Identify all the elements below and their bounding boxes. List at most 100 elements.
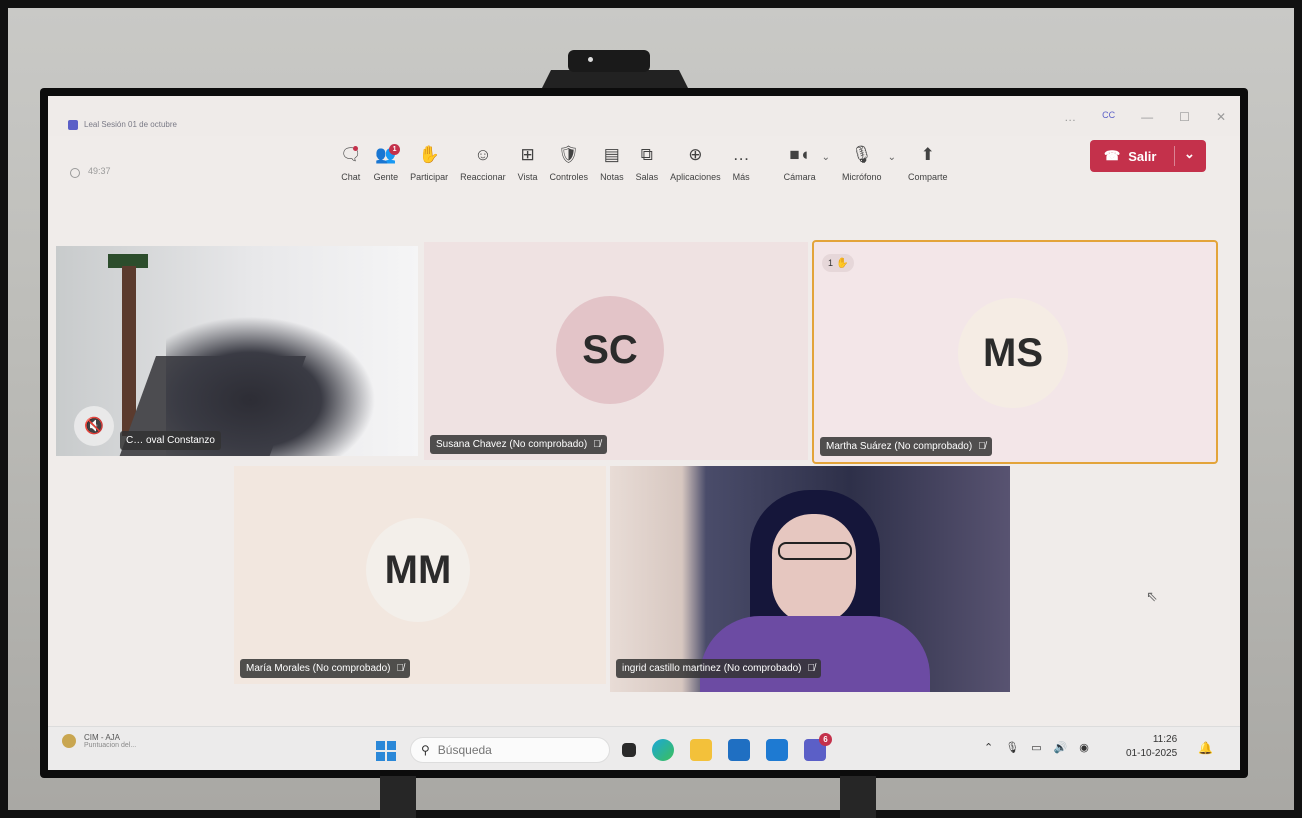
participant-nameplate: C… oval Constanzo (120, 431, 221, 450)
react-label: Reaccionar (460, 172, 506, 182)
raise-hand-icon: ✋ (836, 257, 849, 269)
system-tray: ⌃ 🎙 ▭ 🔊 ◉ (984, 741, 1089, 754)
notes-button[interactable]: ▤ Notas (596, 144, 628, 182)
more-button[interactable]: … Más (729, 144, 754, 182)
microphone-options-chevron-icon[interactable]: ⌄ (888, 152, 896, 163)
smiley-icon: ☺ (474, 145, 492, 164)
room-pillar (122, 266, 136, 436)
captions-icon[interactable]: CC (1102, 110, 1115, 124)
microphone-tray-icon[interactable]: 🎙 (1005, 741, 1019, 754)
pinned-apps: 6 (622, 733, 832, 761)
window-title: Leal Sesión 01 de octubre (84, 120, 177, 129)
outlook-icon[interactable] (766, 739, 788, 761)
participant-tile-room[interactable]: 🔇 C… oval Constanzo (56, 246, 418, 456)
more-label: Más (732, 172, 750, 182)
maximize-icon[interactable]: ☐ (1179, 110, 1190, 124)
participant-video-glasses (778, 542, 852, 560)
raise-hand-button[interactable]: ✋ Participar (406, 144, 452, 182)
share-label: Comparte (907, 172, 948, 182)
task-view-icon[interactable] (622, 743, 636, 757)
notification-bell-icon[interactable]: 🔔 (1198, 741, 1213, 755)
raised-hand-badge: 1 ✋ (822, 254, 855, 272)
webcam (568, 50, 650, 72)
hang-up-icon: ☎ (1104, 148, 1121, 163)
teams-app-icon (68, 120, 78, 130)
leave-button[interactable]: ☎ Salir ⌄ (1090, 140, 1206, 172)
participant-tile-sc[interactable]: SC Susana Chavez (No comprobado) 🎙̸ (424, 242, 808, 460)
microphone-button[interactable]: 🎙 Micrófono (838, 144, 886, 182)
camera-icon: ■◖ (789, 145, 810, 164)
apps-button[interactable]: ⊕ Aplicaciones (666, 144, 725, 182)
raise-hand-icon: ✋ (418, 145, 440, 164)
tv-stand-right (840, 776, 876, 818)
avatar-initials: MM (384, 547, 452, 592)
close-icon[interactable]: ✕ (1216, 110, 1226, 124)
network-icon[interactable]: ▭ (1031, 741, 1041, 754)
taskbar-clock[interactable]: 11:26 01-10-2025 (1126, 733, 1177, 761)
meeting-timer: 49:37 (88, 166, 111, 176)
participant-nameplate: María Morales (No comprobado) 🎙̸ (240, 659, 410, 678)
participant-tile-ingrid[interactable]: ingrid castillo martinez (No comprobado)… (610, 466, 1010, 692)
edge-browser-icon[interactable] (652, 739, 674, 761)
leave-label: Salir (1128, 148, 1157, 164)
clock-date: 01-10-2025 (1126, 748, 1178, 759)
participant-name: ingrid castillo martinez (No comprobado) (622, 663, 802, 674)
participant-name: C… oval Constanzo (126, 435, 215, 446)
people-badge: 1 (389, 144, 401, 155)
people-button[interactable]: 👥 1 Gente (370, 144, 403, 182)
shield-timer-icon (70, 168, 80, 178)
windows-taskbar: CIM - AJA Puntuacion del... ⚲ 6 ⌃ 🎙 ▭ 🔊 (48, 726, 1240, 770)
camera-tray-icon[interactable]: ◉ (1079, 741, 1089, 754)
speaker-muted-icon[interactable]: 🔇 (74, 406, 114, 446)
react-button[interactable]: ☺ Reaccionar (456, 144, 510, 182)
teams-notification-badge: 6 (819, 733, 832, 746)
widget-subtitle: Puntuacion del... (84, 742, 137, 749)
teams-icon[interactable]: 6 (804, 733, 832, 761)
minimize-icon[interactable]: — (1141, 110, 1153, 124)
participant-nameplate: Martha Suárez (No comprobado) 🎙̸ (820, 437, 992, 456)
camera-options-chevron-icon[interactable]: ⌄ (822, 152, 830, 163)
share-screen-icon: ⬆ (920, 145, 935, 164)
taskbar-search[interactable]: ⚲ (410, 737, 610, 763)
store-icon[interactable] (728, 739, 750, 761)
avatar: MS (958, 298, 1068, 408)
grid-view-icon: ⊞ (520, 145, 535, 164)
search-input[interactable] (437, 743, 588, 757)
participant-tile-ms[interactable]: 1 ✋ MS Martha Suárez (No comprobado) 🎙̸ (812, 240, 1218, 464)
start-button[interactable] (376, 741, 396, 761)
file-explorer-icon[interactable] (690, 739, 712, 761)
leave-divider (1174, 146, 1175, 166)
mic-off-icon: 🎙̸ (593, 439, 601, 450)
controls-button[interactable]: 🛡 Controles (546, 144, 593, 182)
webcam-lens (588, 57, 593, 62)
participant-tile-mm[interactable]: MM María Morales (No comprobado) 🎙̸ (234, 466, 606, 684)
chat-unread-dot (352, 146, 358, 151)
widget-icon (62, 734, 76, 748)
raise-hand-label: Participar (410, 172, 449, 182)
tv-stand-left (380, 776, 416, 818)
chat-button[interactable]: 🗨 Chat (336, 144, 366, 182)
camera-label: Cámara (783, 172, 816, 182)
search-icon: ⚲ (421, 743, 430, 757)
volume-icon[interactable]: 🔊 (1054, 741, 1068, 754)
share-button[interactable]: ⬆ Comparte (904, 144, 952, 182)
mic-off-icon: 🎙̸ (807, 663, 816, 674)
rooms-button[interactable]: ⧉ Salas (632, 144, 663, 182)
camera-button[interactable]: ■◖ Cámara (780, 144, 820, 182)
microphone-icon: 🎙 (851, 145, 873, 164)
view-button[interactable]: ⊞ Vista (514, 144, 542, 182)
mic-off-icon: 🎙̸ (396, 663, 405, 674)
weather-widget[interactable]: CIM - AJA Puntuacion del... (62, 733, 136, 749)
participant-nameplate: ingrid castillo martinez (No comprobado)… (616, 659, 822, 678)
avatar-initials: MS (983, 330, 1043, 375)
clock-time: 11:26 (1152, 734, 1178, 745)
view-label: Vista (517, 172, 538, 182)
participant-name: María Morales (No comprobado) (246, 663, 391, 674)
raised-hand-order: 1 (828, 258, 834, 268)
chevron-up-icon[interactable]: ⌃ (984, 741, 993, 754)
avatar-initials: SC (582, 327, 638, 372)
avatar: SC (556, 296, 664, 404)
more-options-icon[interactable]: … (1064, 110, 1076, 124)
leave-options-chevron-icon[interactable]: ⌄ (1184, 146, 1195, 162)
participant-name: Susana Chavez (No comprobado) (436, 439, 588, 450)
